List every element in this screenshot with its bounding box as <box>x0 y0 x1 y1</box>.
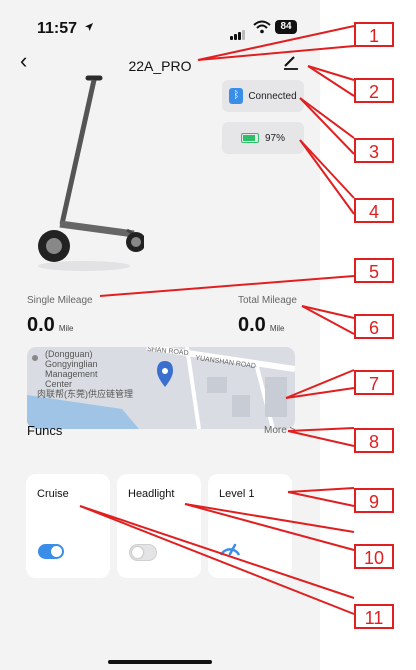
map-text-2: Gongyinglian <box>45 359 98 369</box>
callout-2: 2 <box>354 78 394 103</box>
total-mileage-unit: Mile <box>269 324 285 333</box>
callout-6: 6 <box>354 314 394 339</box>
funcs-heading: Funcs <box>27 423 63 438</box>
map-text-5: 肉联帮(东莞)供应链管理 <box>37 389 133 399</box>
headlight-label: Headlight <box>128 488 175 500</box>
callout-7: 7 <box>354 370 394 395</box>
edit-icon[interactable] <box>282 55 300 71</box>
map-place-text: (Dongguan) Gongyinglian Management Cente… <box>35 349 133 399</box>
speed-level-label: Level 1 <box>219 488 255 500</box>
speed-level-card[interactable]: Level 1 <box>208 474 292 578</box>
callout-5: 5 <box>354 258 394 283</box>
headlight-card[interactable]: Headlight <box>117 474 201 578</box>
app-screen: 11:57 84 ‹ 22A_PRO ᛒ Connected 97% Singl… <box>0 0 320 670</box>
single-mileage-unit: Mile <box>58 324 74 333</box>
battery-status: 97% <box>222 122 304 154</box>
page-title: 22A_PRO <box>128 58 192 74</box>
map-text-1: (Dongguan) <box>45 349 93 359</box>
total-mileage-label: Total Mileage <box>238 295 297 306</box>
wifi-icon <box>253 20 271 34</box>
callout-10: 10 <box>354 544 394 569</box>
speedometer-icon <box>219 543 241 556</box>
location-map[interactable]: (Dongguan) Gongyinglian Management Cente… <box>27 347 295 429</box>
callout-11: 11 <box>354 604 394 629</box>
cruise-card[interactable]: Cruise <box>26 474 110 578</box>
single-mileage-value: 0.0 Mile <box>27 314 73 337</box>
location-arrow-icon <box>85 23 93 31</box>
map-text-4: Center <box>45 379 73 389</box>
callout-4: 4 <box>354 198 394 223</box>
bluetooth-icon: ᛒ <box>229 88 244 104</box>
map-text-3: Management <box>45 369 98 379</box>
total-mileage-number: 0.0 <box>238 314 266 336</box>
callout-9: 9 <box>354 488 394 513</box>
status-time: 11:57 <box>37 20 78 37</box>
callout-8: 8 <box>354 428 394 453</box>
connection-status: ᛒ Connected <box>222 80 304 112</box>
scooter-image <box>38 75 144 271</box>
cruise-toggle[interactable] <box>38 544 64 559</box>
single-mileage-label: Single Mileage <box>27 295 93 306</box>
cruise-label: Cruise <box>37 488 69 500</box>
more-link[interactable]: More > <box>264 425 295 436</box>
total-mileage-value: 0.0 Mile <box>238 314 284 337</box>
headlight-toggle[interactable] <box>129 544 157 561</box>
single-mileage-number: 0.0 <box>27 314 55 336</box>
battery-percent: 97% <box>264 132 285 144</box>
signal-icon <box>230 22 246 40</box>
home-indicator <box>108 660 212 664</box>
nav-bar: ‹ 22A_PRO <box>0 44 320 78</box>
battery-icon <box>240 133 259 143</box>
callout-1: 1 <box>354 22 394 47</box>
battery-indicator: 84 <box>275 20 297 34</box>
status-bar: 11:57 84 <box>0 0 320 44</box>
connection-label: Connected <box>248 90 297 102</box>
callout-3: 3 <box>354 138 394 163</box>
